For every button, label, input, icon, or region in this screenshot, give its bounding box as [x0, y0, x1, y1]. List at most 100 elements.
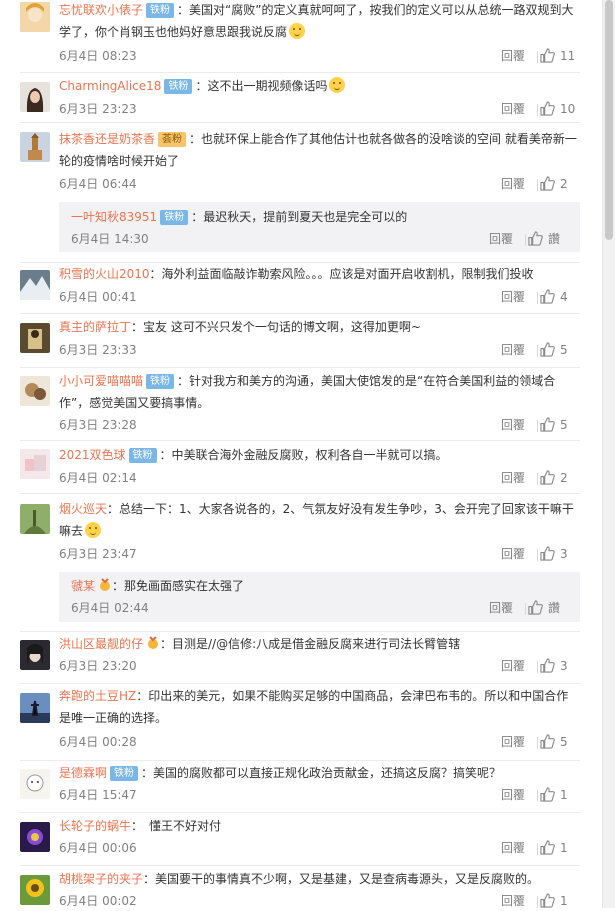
fan-badge[interactable]: 铁粉: [146, 374, 175, 389]
comment-date: 6月4日 08:23: [59, 49, 137, 63]
avatar[interactable]: [20, 2, 50, 32]
fan-badge[interactable]: 铁粉: [128, 448, 157, 463]
like-button[interactable]: 2: [540, 174, 580, 194]
divider: [20, 683, 580, 684]
comment-date: 6月3日 23:28: [59, 418, 137, 432]
like-button[interactable]: 10: [540, 99, 580, 119]
user-name-link[interactable]: 一叶知秋83951: [71, 210, 157, 224]
divider: [537, 896, 538, 908]
user-name-link[interactable]: 长轮子的蜗牛: [59, 819, 131, 833]
user-name-link[interactable]: 烟火巡天: [59, 502, 107, 516]
divider: [537, 473, 538, 485]
avatar[interactable]: [20, 376, 50, 406]
reply-button[interactable]: 回覆: [501, 99, 525, 119]
fan-badge[interactable]: 铁粉: [146, 3, 175, 18]
like-button[interactable]: 5: [540, 732, 580, 752]
divider: [20, 367, 580, 368]
reply-button[interactable]: 回覆: [489, 229, 513, 249]
divider: [20, 760, 580, 761]
thumbs-up-icon: [540, 417, 555, 432]
reply-button[interactable]: 回覆: [489, 598, 513, 618]
user-name-link[interactable]: 奔跑的土豆HZ: [59, 689, 136, 703]
avatar[interactable]: [20, 822, 50, 852]
reply-button[interactable]: 回覆: [501, 656, 525, 676]
like-button[interactable]: 3: [540, 544, 580, 564]
avatar[interactable]: [20, 693, 50, 723]
divider: [20, 440, 580, 441]
avatar[interactable]: [20, 640, 50, 670]
reply-button[interactable]: 回覆: [501, 468, 525, 488]
user-name-link[interactable]: 小小可爱喵喵喵: [59, 374, 143, 388]
user-name-link[interactable]: 抹茶香还是奶茶香: [59, 132, 155, 146]
comment-date: 6月3日 23:23: [59, 102, 137, 116]
avatar[interactable]: [20, 449, 50, 479]
user-name-link[interactable]: 洪山区最靓的仔: [59, 637, 143, 651]
like-count: 2: [560, 471, 568, 485]
user-name-link[interactable]: 真主的萨拉丁: [59, 320, 131, 334]
like-button[interactable]: 讚: [528, 229, 568, 249]
avatar[interactable]: [20, 82, 50, 112]
like-button[interactable]: 5: [540, 340, 580, 360]
like-button[interactable]: 11: [540, 46, 580, 66]
user-name-link[interactable]: 胡桃架子的夹子: [59, 872, 143, 886]
thumbs-up-icon: [540, 546, 555, 561]
thumbs-up-icon: [540, 893, 555, 908]
like-button[interactable]: 5: [540, 415, 580, 435]
comment-text: ：总结一下：1、大家各说各的，2、气氛友好没有发生争吵，3、会开完了回家该干嘛干…: [59, 502, 574, 538]
like-count: 1: [560, 894, 568, 908]
comment-text: ：美国要干的事情真不少啊，又是基建，又是查病毒源头，又是反腐败的。: [143, 872, 540, 886]
smile-emoji-icon: [329, 77, 346, 93]
divider: [537, 345, 538, 357]
comment-date: 6月3日 23:20: [59, 659, 137, 673]
avatar[interactable]: [20, 132, 50, 162]
like-count: 5: [560, 735, 568, 749]
avatar[interactable]: [20, 504, 50, 534]
reply-box: 虢某 ：那免画面感实在太强了 6月4日 02:44 回覆 讚: [59, 572, 580, 622]
user-name-link[interactable]: 积雪的火山2010: [59, 267, 150, 281]
user-name-link[interactable]: CharmingAlice18: [59, 79, 161, 93]
reply-button[interactable]: 回覆: [501, 340, 525, 360]
like-button[interactable]: 3: [540, 656, 580, 676]
reply-button[interactable]: 回覆: [501, 287, 525, 307]
reply-button[interactable]: 回覆: [501, 46, 525, 66]
like-button[interactable]: 2: [540, 468, 580, 488]
like-button[interactable]: 1: [540, 891, 580, 911]
comment-date: 6月4日 06:44: [59, 177, 137, 191]
user-name-link[interactable]: 虢某: [71, 579, 95, 593]
user-name-link[interactable]: 2021双色球: [59, 448, 126, 462]
reply-date: 6月4日 02:44: [71, 601, 149, 615]
fan-badge[interactable]: 铁粉: [164, 79, 193, 94]
like-count: 5: [560, 418, 568, 432]
like-button[interactable]: 1: [540, 785, 580, 805]
comment-text: ：宝友 这可不兴只发个一句话的博文啊，这得加更啊~: [131, 320, 421, 334]
reply-button[interactable]: 回覆: [501, 732, 525, 752]
comment-date: 6月4日 00:06: [59, 841, 137, 855]
like-button[interactable]: 1: [540, 838, 580, 858]
reply-button[interactable]: 回覆: [501, 415, 525, 435]
fan-badge[interactable]: 铁粉: [110, 766, 139, 781]
fan-badge[interactable]: 荟粉: [158, 132, 187, 147]
reply-button[interactable]: 回覆: [501, 785, 525, 805]
like-button[interactable]: 讚: [528, 598, 568, 618]
comment-date: 6月4日 00:41: [59, 290, 137, 304]
reply-button[interactable]: 回覆: [501, 891, 525, 911]
avatar[interactable]: [20, 769, 50, 799]
scrollbar-thumb[interactable]: [605, 0, 613, 240]
scrollbar[interactable]: [602, 0, 615, 908]
avatar[interactable]: [20, 270, 50, 300]
avatar[interactable]: [20, 323, 50, 353]
user-name-link[interactable]: 是德霖啊: [59, 766, 107, 780]
fan-badge[interactable]: 铁粉: [160, 210, 189, 225]
reply-button[interactable]: 回覆: [501, 174, 525, 194]
user-name-link[interactable]: 忘忧联欢小俵子: [59, 3, 143, 17]
like-button[interactable]: 4: [540, 287, 580, 307]
comment-text: ：这不出一期视频像话吗: [195, 79, 328, 93]
comment-date: 6月4日 02:14: [59, 471, 137, 485]
avatar[interactable]: [20, 875, 50, 905]
reply-button[interactable]: 回覆: [501, 838, 525, 858]
divider: [20, 812, 580, 813]
divider: [537, 661, 538, 673]
reply-box: 一叶知秋83951 铁粉 ：最迟秋天，提前到夏天也是完全可以的 6月4日 14:30…: [59, 202, 580, 252]
reply-button[interactable]: 回覆: [501, 544, 525, 564]
like-label: 讚: [548, 232, 561, 246]
